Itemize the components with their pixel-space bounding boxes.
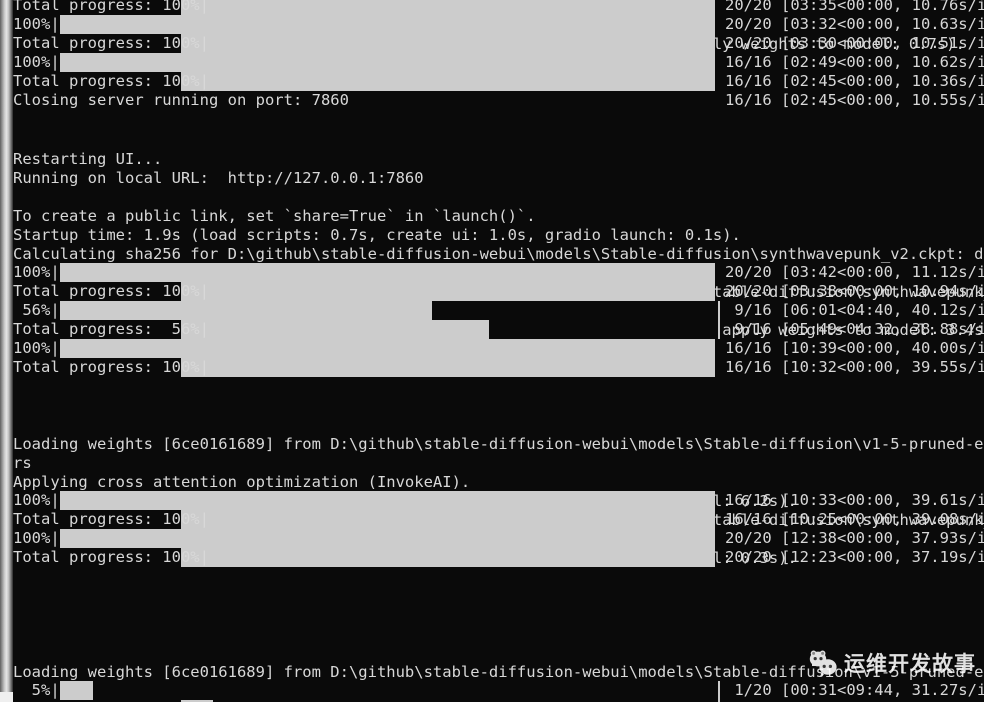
terminal-window: DiffusionWrapper has 859.52 M params.App… <box>0 0 984 702</box>
progress-bar-end-pipe <box>718 320 720 339</box>
progress-bar-fill <box>13 491 715 510</box>
progress-label: 100%| <box>13 263 60 282</box>
progress-bar-fill <box>13 15 715 34</box>
progress-label: 100%| <box>13 491 60 510</box>
progress-bar-track <box>93 681 715 700</box>
console-line: rs <box>13 454 32 472</box>
progress-label: Total progress: 100%| <box>13 510 209 529</box>
progress-stat: 16/16 [10:33<00:00, 39.61s/it] <box>725 491 984 509</box>
console-line: Loading weights [6ce0161689] from D:\git… <box>13 435 984 453</box>
scrollbar-thumb[interactable] <box>0 692 13 702</box>
progress-bar-fill <box>13 53 715 72</box>
progress-label: Total progress: 100%| <box>13 72 209 91</box>
progress-label: 5%| <box>13 681 60 700</box>
progress-label: Total progress: 56%| <box>13 320 209 339</box>
progress-stat: 16/16 [10:32<00:00, 39.55s/it] <box>725 358 984 376</box>
progress-label: Total progress: 100%| <box>13 34 209 53</box>
progress-stat: 16/16 [10:39<00:00, 40.00s/it] <box>725 339 984 357</box>
progress-bar-track <box>489 320 715 339</box>
console-output[interactable]: DiffusionWrapper has 859.52 M params.App… <box>13 0 984 702</box>
progress-label: Closing server running on port: 7860 <box>13 91 349 110</box>
progress-bar-end-pipe <box>718 681 720 700</box>
progress-stat: 16/16 [10:25<00:00, 39.08s/it] <box>725 510 984 528</box>
console-line: Startup time: 1.9s (load scripts: 0.7s, … <box>13 226 741 244</box>
progress-label: Total progress: 100%| <box>13 282 209 301</box>
progress-stat: 20/20 [03:35<00:00, 10.76s/it] <box>725 0 984 14</box>
progress-bar-fill <box>13 339 715 358</box>
progress-label: Total progress: 100%| <box>13 0 209 15</box>
progress-stat: 20/20 [12:23<00:00, 37.19s/it] <box>725 548 984 566</box>
console-line: Restarting UI... <box>13 150 163 168</box>
progress-bar-track <box>432 301 715 320</box>
progress-label: 100%| <box>13 53 60 72</box>
progress-label: 100%| <box>13 339 60 358</box>
progress-stat: 9/16 [06:01<04:40, 40.12s/it] <box>725 301 984 319</box>
progress-stat: 20/20 [12:38<00:00, 37.93s/it] <box>725 529 984 547</box>
console-line: Applying cross attention optimization (I… <box>13 473 471 491</box>
progress-bar-fill <box>13 529 715 548</box>
console-line: To create a public link, set `share=True… <box>13 207 536 225</box>
progress-stat: 20/20 [03:38<00:00, 10.94s/it] <box>725 282 984 300</box>
progress-bar-fill <box>13 301 432 320</box>
progress-stat: 9/16 [05:49<04:32, 38.88s/it] <box>725 320 984 338</box>
progress-bar-end-pipe <box>718 301 720 320</box>
progress-stat: 16/16 [02:45<00:00, 10.36s/it] <box>725 72 984 90</box>
console-line: Running on local URL: http://127.0.0.1:7… <box>13 169 424 187</box>
console-line: Calculating sha256 for D:\github\stable-… <box>13 245 984 263</box>
watermark-text: 运维开发故事 <box>844 652 976 676</box>
progress-label: Total progress: 100%| <box>13 358 209 377</box>
progress-stat: 16/16 [02:45<00:00, 10.55s/it] <box>725 91 984 109</box>
progress-bar-fill <box>13 263 715 282</box>
progress-stat: 20/20 [03:32<00:00, 10.63s/it] <box>725 15 984 33</box>
progress-stat: 20/20 [03:30<00:00, 10.51s/it] <box>725 34 984 52</box>
progress-label: 56%| <box>13 301 60 320</box>
progress-label: 100%| <box>13 529 60 548</box>
watermark: 运维开发故事 <box>809 648 976 678</box>
progress-label: 100%| <box>13 15 60 34</box>
progress-stat: 1/20 [00:31<09:44, 31.27s/it] <box>725 681 984 699</box>
progress-label: Total progress: 100%| <box>13 548 209 567</box>
progress-stat: 16/16 [02:49<00:00, 10.62s/it] <box>725 53 984 71</box>
progress-stat: 20/20 [03:42<00:00, 11.12s/it] <box>725 263 984 281</box>
vertical-scrollbar[interactable] <box>0 0 13 702</box>
panda-wechat-logo-icon <box>809 648 839 678</box>
